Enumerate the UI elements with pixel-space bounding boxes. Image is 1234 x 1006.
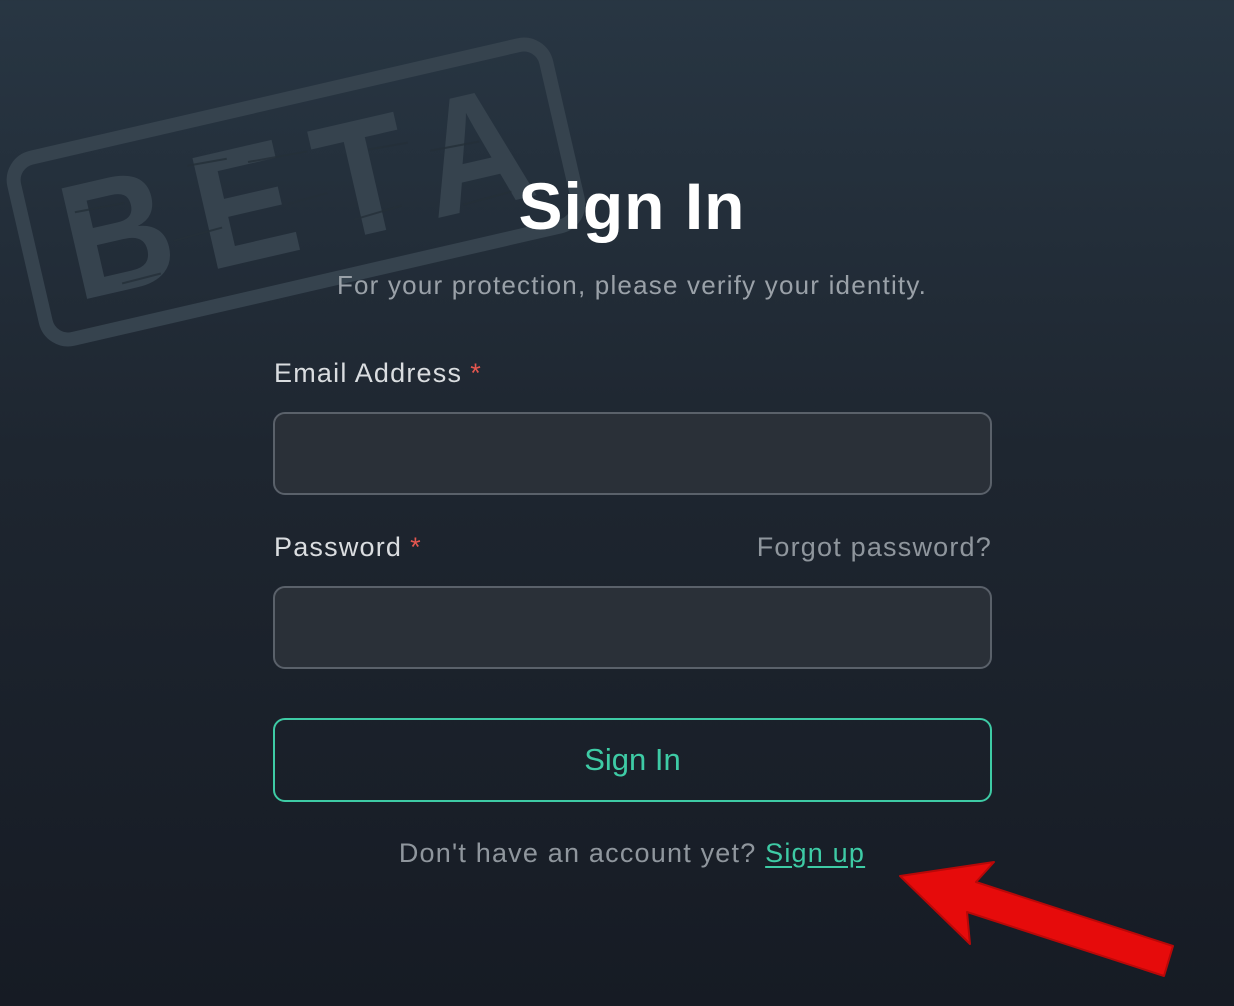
password-input[interactable] [273, 586, 992, 669]
sign-in-button[interactable]: Sign In [273, 718, 992, 802]
password-label: Password * [274, 532, 422, 563]
page-title: Sign In [518, 169, 746, 243]
forgot-password-link[interactable]: Forgot password? [757, 532, 992, 563]
page-subtitle: For your protection, please verify your … [336, 270, 928, 300]
email-required-mark: * [470, 358, 482, 388]
email-label: Email Address * [274, 358, 482, 389]
email-label-text: Email Address [274, 358, 463, 388]
email-input[interactable] [273, 412, 992, 495]
sign-up-link[interactable]: Sign up [765, 838, 865, 868]
password-required-mark: * [410, 532, 422, 562]
arrow-pointing-icon [899, 861, 1174, 977]
signup-prompt-text: Don't have an account yet? [398, 838, 757, 868]
password-label-text: Password [274, 532, 403, 562]
